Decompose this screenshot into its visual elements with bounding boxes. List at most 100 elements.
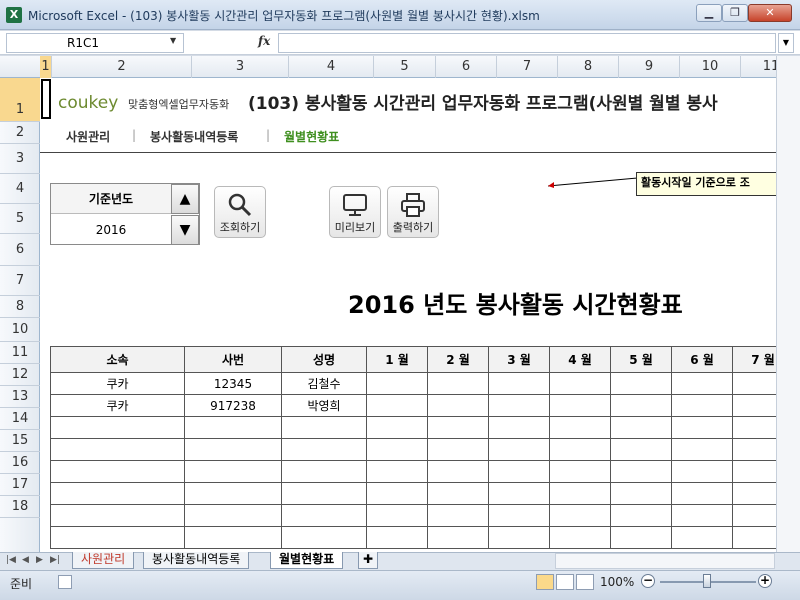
- year-value-field[interactable]: 2016: [51, 215, 171, 245]
- table-cell[interactable]: [549, 372, 611, 395]
- table-cell[interactable]: [488, 526, 550, 549]
- table-cell[interactable]: [281, 526, 367, 549]
- column-header[interactable]: 3: [192, 56, 289, 78]
- zoom-slider-thumb[interactable]: [703, 574, 711, 588]
- column-header[interactable]: 6: [436, 56, 497, 78]
- zoom-level[interactable]: 100%: [600, 575, 634, 589]
- table-cell[interactable]: [488, 372, 550, 395]
- table-cell[interactable]: [184, 526, 282, 549]
- row-header[interactable]: 8: [0, 296, 40, 318]
- row-header[interactable]: 4: [0, 174, 40, 204]
- table-cell[interactable]: [488, 482, 550, 505]
- table-cell[interactable]: [610, 504, 672, 527]
- preview-button[interactable]: 미리보기: [329, 186, 381, 238]
- row-header[interactable]: 5: [0, 204, 40, 234]
- maximize-button[interactable]: ❐: [722, 4, 748, 22]
- table-cell[interactable]: [50, 504, 185, 527]
- row-header[interactable]: 3: [0, 144, 40, 174]
- table-cell[interactable]: [50, 482, 185, 505]
- table-cell[interactable]: [610, 394, 672, 417]
- nav-link-monthly-report[interactable]: 월별현황표: [284, 128, 339, 145]
- table-cell[interactable]: [184, 416, 282, 439]
- zoom-in-button[interactable]: +: [758, 574, 772, 588]
- row-header[interactable]: 17: [0, 474, 40, 496]
- table-cell[interactable]: [671, 438, 733, 461]
- table-cell[interactable]: [671, 416, 733, 439]
- table-cell[interactable]: [366, 504, 428, 527]
- chevron-down-icon[interactable]: ▼: [170, 36, 176, 45]
- table-cell[interactable]: 쿠카: [50, 372, 185, 395]
- print-button[interactable]: 출력하기: [387, 186, 439, 238]
- table-cell[interactable]: [366, 460, 428, 483]
- minimize-button[interactable]: ▁: [696, 4, 722, 22]
- table-cell[interactable]: [366, 372, 428, 395]
- table-cell[interactable]: [549, 526, 611, 549]
- column-header[interactable]: 4: [289, 56, 374, 78]
- table-cell[interactable]: [366, 416, 428, 439]
- table-cell[interactable]: [427, 438, 489, 461]
- macro-record-icon[interactable]: [58, 575, 72, 589]
- last-sheet-icon[interactable]: ▶|: [50, 555, 60, 565]
- table-cell[interactable]: [184, 504, 282, 527]
- row-header[interactable]: 6: [0, 234, 40, 266]
- table-cell[interactable]: [549, 482, 611, 505]
- table-cell[interactable]: [184, 438, 282, 461]
- column-header[interactable]: 8: [558, 56, 619, 78]
- row-header[interactable]: 18: [0, 496, 40, 518]
- row-header[interactable]: 12: [0, 364, 40, 386]
- table-cell[interactable]: [549, 438, 611, 461]
- insert-function-icon[interactable]: fx: [258, 34, 270, 48]
- table-cell[interactable]: [610, 438, 672, 461]
- close-button[interactable]: ✕: [748, 4, 792, 22]
- table-cell[interactable]: [50, 526, 185, 549]
- tab-employee[interactable]: 사원관리: [72, 552, 135, 569]
- column-header[interactable]: 2: [52, 56, 192, 78]
- table-cell[interactable]: [50, 460, 185, 483]
- page-break-view-button[interactable]: [576, 574, 594, 590]
- prev-sheet-icon[interactable]: ◀: [22, 555, 29, 565]
- table-cell[interactable]: [281, 482, 367, 505]
- table-cell[interactable]: 12345: [184, 372, 282, 395]
- table-cell[interactable]: [427, 416, 489, 439]
- table-cell[interactable]: [549, 394, 611, 417]
- table-cell[interactable]: [610, 482, 672, 505]
- nav-link-employee[interactable]: 사원관리: [66, 128, 110, 145]
- table-cell[interactable]: [488, 438, 550, 461]
- normal-view-button[interactable]: [536, 574, 554, 590]
- table-cell[interactable]: [184, 460, 282, 483]
- column-header[interactable]: 5: [374, 56, 436, 78]
- tab-monthly-report[interactable]: 월별현황표: [270, 552, 344, 569]
- year-down-button[interactable]: ▼: [171, 215, 199, 245]
- column-header[interactable]: 7: [497, 56, 558, 78]
- row-header[interactable]: 7: [0, 266, 40, 296]
- page-layout-view-button[interactable]: [556, 574, 574, 590]
- table-cell[interactable]: [549, 416, 611, 439]
- table-cell[interactable]: [427, 394, 489, 417]
- table-cell[interactable]: [671, 526, 733, 549]
- row-header[interactable]: 13: [0, 386, 40, 408]
- table-cell[interactable]: [281, 416, 367, 439]
- row-header[interactable]: 11: [0, 342, 40, 364]
- table-cell[interactable]: [610, 526, 672, 549]
- row-header[interactable]: 10: [0, 318, 40, 342]
- table-cell[interactable]: [281, 438, 367, 461]
- table-cell[interactable]: [549, 504, 611, 527]
- table-cell[interactable]: [427, 460, 489, 483]
- column-header[interactable]: 9: [619, 56, 680, 78]
- table-cell[interactable]: [184, 482, 282, 505]
- zoom-out-button[interactable]: −: [641, 574, 655, 588]
- tab-activity-register[interactable]: 봉사활동내역등록: [143, 552, 250, 569]
- table-cell[interactable]: [427, 482, 489, 505]
- nav-link-activity-register[interactable]: 봉사활동내역등록: [150, 128, 238, 145]
- table-cell[interactable]: [488, 504, 550, 527]
- table-cell[interactable]: [50, 416, 185, 439]
- expand-formula-bar-button[interactable]: ▼: [778, 33, 794, 53]
- year-up-button[interactable]: ▲: [171, 184, 199, 214]
- insert-sheet-icon[interactable]: ✚: [358, 552, 379, 569]
- row-header[interactable]: 16: [0, 452, 40, 474]
- column-header[interactable]: 10: [680, 56, 741, 78]
- table-cell[interactable]: [671, 372, 733, 395]
- table-cell[interactable]: 쿠카: [50, 394, 185, 417]
- first-sheet-icon[interactable]: |◀: [6, 555, 16, 565]
- table-cell[interactable]: [366, 394, 428, 417]
